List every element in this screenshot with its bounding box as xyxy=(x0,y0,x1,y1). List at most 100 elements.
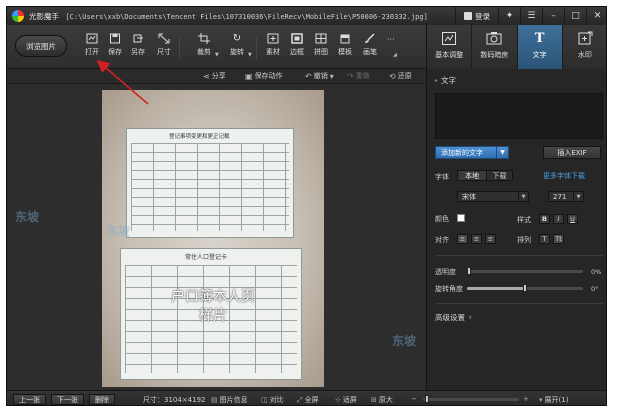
advanced-settings-toggle[interactable]: 高级设置 ∨ xyxy=(435,312,472,323)
next-image-button[interactable]: 下一张 xyxy=(51,394,84,405)
text-color-swatch[interactable] xyxy=(457,214,465,222)
save-as-button[interactable]: 另存 xyxy=(125,33,151,61)
vertical-text-button[interactable]: Tt xyxy=(553,234,564,244)
text-section-header[interactable]: ▸ 文字 xyxy=(435,75,456,86)
prev-image-button[interactable]: 上一张 xyxy=(13,394,46,405)
image-info-button[interactable]: ▤ 图片信息 xyxy=(211,395,248,405)
undo-button[interactable]: ↶ 撤销 ▾ xyxy=(305,71,334,81)
zoom-slider[interactable] xyxy=(423,395,519,403)
mode-tabs: 基本调整 数码暗房 T 文字 水印 xyxy=(426,25,606,69)
font-size-select[interactable]: 271 ▼ xyxy=(548,191,584,202)
more-dropdown-icon[interactable]: ◢ xyxy=(393,52,397,58)
font-download-tab[interactable]: 下载 xyxy=(486,171,512,180)
title-controls: 登录 ✦ ☰ – □ ✕ xyxy=(455,7,606,25)
close-button[interactable]: ✕ xyxy=(586,7,606,25)
save-action-icon: ▣ xyxy=(245,71,253,81)
align-label: 对齐 xyxy=(435,236,449,244)
chevron-down-icon: ∨ xyxy=(468,314,473,321)
italic-button[interactable]: I xyxy=(553,214,564,224)
more-fonts-link[interactable]: 更多字体下载 xyxy=(543,171,585,181)
zoom-out-button[interactable]: − xyxy=(411,395,417,403)
resize-button[interactable]: 尺寸 xyxy=(151,33,177,61)
style-label: 样式 xyxy=(517,216,531,224)
zoom-in-button[interactable]: + xyxy=(523,395,529,403)
material-button[interactable]: 素材 xyxy=(260,33,286,61)
opacity-label: 透明度 xyxy=(435,268,456,276)
redo-icon: ↷ xyxy=(347,71,354,81)
panel-divider xyxy=(435,255,603,256)
info-icon: ▤ xyxy=(211,396,218,404)
align-right-button[interactable]: ≡ xyxy=(485,234,496,244)
login-label: 登录 xyxy=(475,11,490,21)
original-size-button[interactable]: ⊞ 原大 xyxy=(371,395,393,405)
crop-dropdown-icon[interactable]: ▼ xyxy=(215,52,219,58)
menu-button[interactable]: ☰ xyxy=(520,7,542,25)
insert-exif-button[interactable]: 插入EXIF xyxy=(543,146,601,159)
overlay-text-line1[interactable]: 户口簿本人页 xyxy=(102,288,324,306)
compare-button[interactable]: ◫ 对比 xyxy=(261,395,284,405)
tab-text[interactable]: T 文字 xyxy=(517,25,563,69)
redo-button[interactable]: ↷ 重做 xyxy=(347,71,370,81)
horizontal-text-button[interactable]: T xyxy=(539,234,550,244)
tab-basic-adjust[interactable]: 基本调整 xyxy=(427,25,473,69)
text-content-input[interactable] xyxy=(435,93,603,139)
bold-button[interactable]: B xyxy=(539,214,550,224)
crop-button[interactable]: 裁剪 xyxy=(191,33,217,61)
horizontal-text-icon: T xyxy=(542,235,547,243)
maximize-icon: □ xyxy=(571,11,580,21)
underline-button[interactable]: U xyxy=(567,214,578,224)
rotation-slider[interactable] xyxy=(467,284,583,292)
text-settings-panel: ▸ 文字 添加新的文字 ▼ 插入EXIF 字体 本地 下载 更多字体下载 宋体 … xyxy=(426,69,606,390)
expand-button[interactable]: ▾ 展开(1) xyxy=(539,395,568,405)
fit-screen-button[interactable]: ⊹ 适屏 xyxy=(335,395,357,405)
rotate-button[interactable]: ↻ 旋转 xyxy=(224,33,250,61)
share-button[interactable]: ⋖ 分享 xyxy=(203,71,226,81)
more-tools-button[interactable]: ··· xyxy=(387,35,395,44)
close-icon: ✕ xyxy=(593,11,602,21)
opacity-slider-handle[interactable] xyxy=(467,267,471,275)
app-title: 光影魔手 xyxy=(29,11,59,21)
restore-button[interactable]: ⟲ 还原 xyxy=(389,71,412,81)
menu-icon: ☰ xyxy=(527,11,536,21)
vertical-text-icon: Tt xyxy=(555,235,562,243)
register-card-top: 登记事项变更和更正记载 xyxy=(126,128,294,238)
add-text-dropdown-icon[interactable]: ▼ xyxy=(496,147,508,158)
collage-button[interactable]: 拼图 xyxy=(308,33,334,61)
font-label: 字体 xyxy=(435,173,449,181)
align-center-button[interactable]: ≡ xyxy=(471,234,482,244)
font-family-select[interactable]: 宋体 ▼ xyxy=(457,191,529,202)
skin-button[interactable]: ✦ xyxy=(498,7,520,25)
font-local-tab[interactable]: 本地 xyxy=(458,171,486,180)
rotate-dropdown-icon[interactable]: ▼ xyxy=(248,52,252,58)
minimize-button[interactable]: – xyxy=(542,7,564,25)
color-label: 颜色 xyxy=(435,215,449,223)
delete-image-button[interactable]: 删除 xyxy=(89,394,115,405)
rotation-value: 0° xyxy=(591,285,599,293)
opacity-slider[interactable] xyxy=(467,267,583,275)
watermark-logo-left: 东坡 xyxy=(15,210,40,224)
fullscreen-button[interactable]: ⤢ 全屏 xyxy=(297,395,319,405)
rotate-icon: ↻ xyxy=(232,33,242,44)
image-canvas[interactable]: 登记事项变更和更正记载 常住人口登记卡 东坡 户口簿本人页 样片 东坡 东坡 xyxy=(7,84,426,390)
add-text-button[interactable]: 添加新的文字 ▼ xyxy=(435,146,509,159)
template-button[interactable]: 模板 xyxy=(332,33,358,61)
zoom-slider-handle[interactable] xyxy=(425,395,429,403)
overlay-text-line2[interactable]: 样片 xyxy=(102,307,324,325)
rotation-slider-handle[interactable] xyxy=(523,284,527,292)
align-right-icon: ≡ xyxy=(487,235,494,243)
login-button[interactable]: 登录 xyxy=(455,7,498,25)
border-button[interactable]: 边框 xyxy=(284,33,310,61)
open-icon xyxy=(86,33,98,44)
align-left-button[interactable]: ≡ xyxy=(457,234,468,244)
tab-digital-darkroom[interactable]: 数码暗房 xyxy=(472,25,518,69)
collage-icon xyxy=(315,33,327,44)
save-action-button[interactable]: ▣ 保存动作 xyxy=(245,71,283,81)
compare-icon: ◫ xyxy=(261,396,268,404)
app-logo-icon xyxy=(12,10,24,22)
brush-button[interactable]: 画笔 xyxy=(357,33,383,61)
save-icon xyxy=(109,33,121,44)
crop-icon xyxy=(198,33,210,44)
browse-images-button[interactable]: 浏览图片 xyxy=(15,35,67,57)
maximize-button[interactable]: □ xyxy=(564,7,586,25)
tab-watermark[interactable]: 水印 xyxy=(562,25,606,69)
